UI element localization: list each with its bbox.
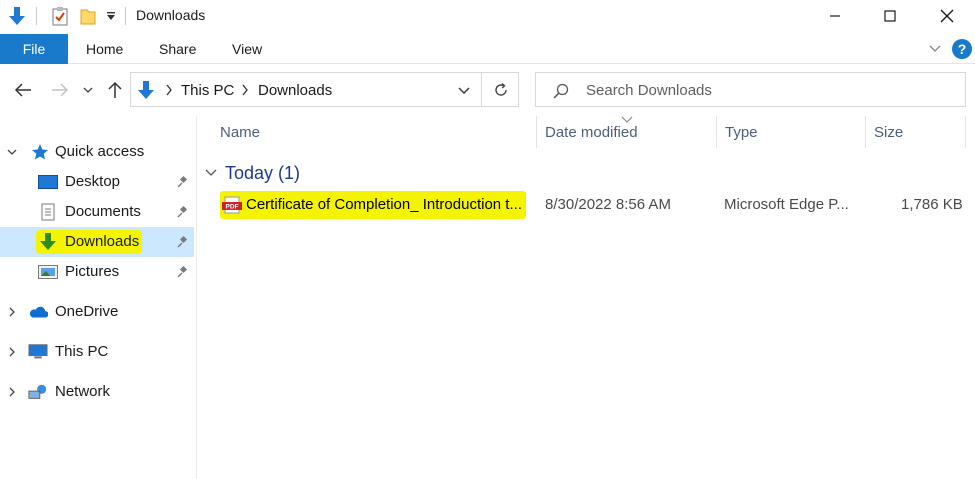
breadcrumb-downloads[interactable]: Downloads	[258, 82, 332, 99]
file-date-modified: 8/30/2022 8:56 AM	[545, 196, 671, 213]
group-header-today[interactable]: Today (1)	[205, 161, 300, 185]
this-pc-icon	[28, 343, 48, 361]
column-separator[interactable]	[536, 116, 537, 148]
address-dropdown-chevron-icon[interactable]	[455, 82, 473, 100]
nav-label: Documents	[65, 203, 141, 220]
nav-item-desktop[interactable]: Desktop	[0, 167, 194, 197]
minimize-button[interactable]	[812, 0, 858, 32]
nav-pane-divider[interactable]	[196, 116, 197, 479]
nav-label: Network	[55, 383, 111, 400]
new-folder-icon[interactable]	[76, 0, 100, 32]
group-collapse-chevron-icon[interactable]	[205, 169, 217, 177]
nav-quick-access[interactable]: Quick access	[0, 137, 194, 167]
collapse-chevron-icon[interactable]	[6, 146, 18, 158]
title-separator	[36, 7, 37, 25]
file-row[interactable]: PDF Certificate of Completion_ Introduct…	[205, 190, 965, 220]
sort-chevron-icon	[621, 116, 633, 123]
column-separator[interactable]	[865, 116, 866, 148]
nav-label-quick-access: Quick access	[55, 143, 145, 160]
column-header-type[interactable]: Type	[725, 124, 758, 141]
search-box[interactable]: Search Downloads	[535, 72, 966, 107]
title-bar: Downloads	[0, 0, 975, 32]
expand-chevron-icon[interactable]	[6, 386, 18, 398]
search-icon	[552, 82, 570, 100]
maximize-button[interactable]	[867, 0, 913, 32]
back-button[interactable]	[10, 76, 36, 104]
search-input[interactable]: Search Downloads	[586, 82, 712, 99]
refresh-button[interactable]	[483, 73, 518, 106]
expand-chevron-icon[interactable]	[6, 346, 18, 358]
pdf-icon: PDF	[222, 196, 242, 214]
help-button[interactable]: ?	[952, 39, 972, 59]
nav-label: Desktop	[65, 173, 121, 190]
tab-home[interactable]: Home	[86, 34, 123, 64]
nav-item-pictures[interactable]: Pictures	[0, 257, 194, 287]
column-header-size[interactable]: Size	[874, 124, 903, 141]
nav-item-downloads[interactable]: Downloads	[0, 227, 194, 257]
breadcrumb-chevron-icon[interactable]	[241, 84, 249, 96]
file-size: 1,786 KB	[901, 196, 963, 213]
nav-item-onedrive[interactable]: OneDrive	[0, 297, 194, 327]
desktop-icon	[38, 173, 58, 191]
pin-icon	[176, 265, 190, 279]
nav-item-documents[interactable]: Documents	[0, 197, 194, 227]
address-bar[interactable]: This PC Downloads	[130, 72, 519, 107]
expand-ribbon-chevron-icon[interactable]	[926, 41, 944, 57]
documents-icon	[38, 203, 58, 221]
star-icon	[30, 143, 50, 161]
file-name: Certificate of Completion_ Introduction …	[246, 196, 522, 213]
group-label: Today (1)	[225, 162, 301, 183]
forward-button[interactable]	[47, 76, 73, 104]
tab-view[interactable]: View	[232, 34, 262, 64]
quick-access-download-icon[interactable]	[4, 0, 30, 32]
pin-icon	[176, 235, 190, 249]
tab-share[interactable]: Share	[159, 34, 196, 64]
tab-file[interactable]: File	[0, 34, 68, 64]
close-button[interactable]	[924, 0, 970, 32]
properties-icon[interactable]	[48, 0, 72, 32]
address-divider	[481, 73, 482, 106]
nav-label: OneDrive	[55, 303, 119, 320]
pin-icon	[176, 205, 190, 219]
nav-label: This PC	[55, 343, 109, 360]
column-separator[interactable]	[965, 116, 966, 148]
customize-toolbar-icon[interactable]	[102, 0, 120, 32]
column-header-name[interactable]: Name	[220, 124, 260, 141]
nav-item-network[interactable]: Network	[0, 377, 194, 407]
breadcrumb-this-pc[interactable]: This PC	[181, 82, 234, 99]
pin-icon	[176, 175, 190, 189]
breadcrumb-chevron-icon[interactable]	[165, 84, 173, 96]
column-header-date-modified[interactable]: Date modified	[545, 124, 638, 141]
column-separator[interactable]	[716, 116, 717, 148]
nav-label: Pictures	[65, 263, 120, 280]
title-separator	[125, 7, 126, 25]
recent-locations-chevron-icon[interactable]	[78, 76, 98, 104]
download-arrow-icon	[38, 233, 58, 251]
onedrive-icon	[28, 303, 48, 321]
network-icon	[28, 383, 48, 401]
expand-chevron-icon[interactable]	[6, 306, 18, 318]
nav-item-this-pc[interactable]: This PC	[0, 337, 194, 367]
file-type: Microsoft Edge P...	[724, 196, 849, 213]
downloads-location-icon	[137, 80, 155, 100]
up-button[interactable]	[102, 76, 128, 104]
window-title: Downloads	[136, 7, 206, 23]
nav-label: Downloads	[65, 233, 140, 250]
pictures-icon	[38, 263, 58, 281]
ribbon-tabs: File Home Share View ?	[0, 34, 975, 64]
svg-text:PDF: PDF	[226, 204, 239, 211]
